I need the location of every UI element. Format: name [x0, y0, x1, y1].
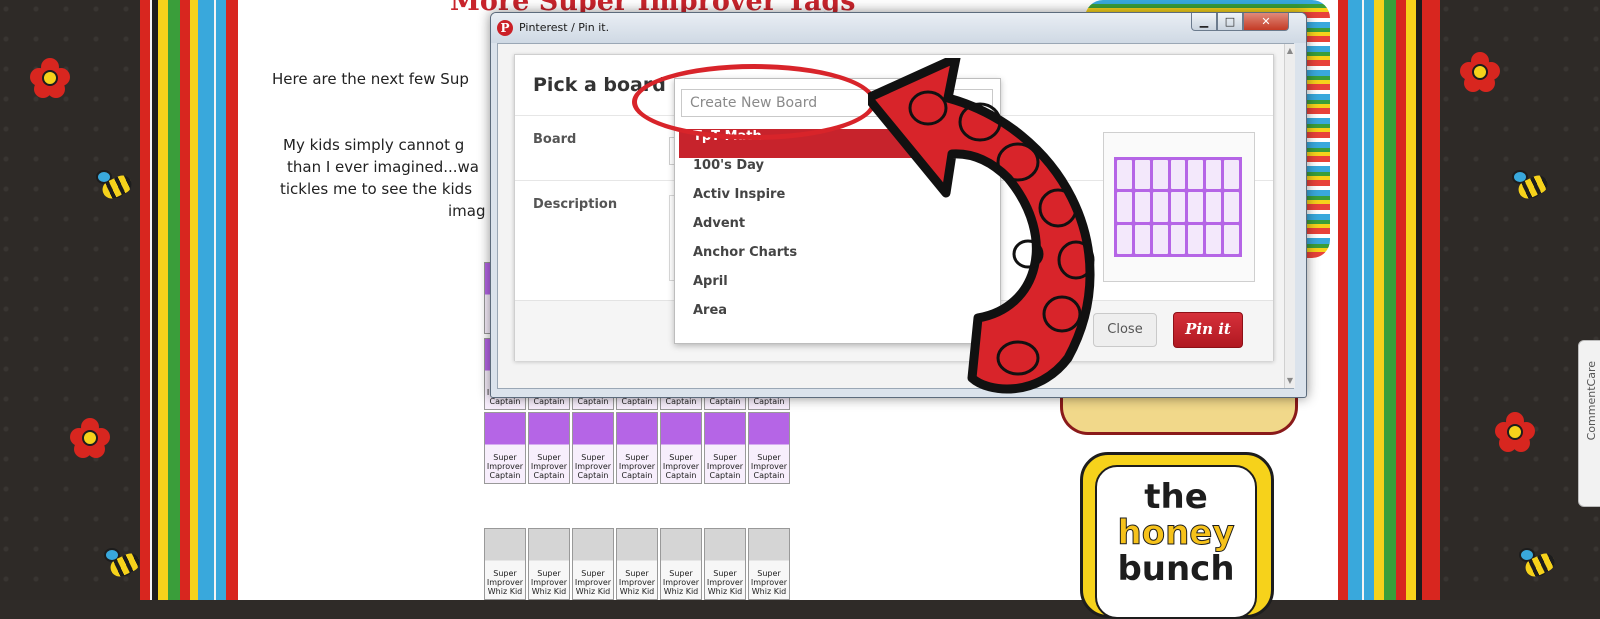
window-title: Pinterest / Pin it.	[519, 21, 610, 34]
window-close-button[interactable]: ✕	[1243, 13, 1289, 31]
pinterest-logo-icon: P	[497, 20, 513, 36]
curved-arrow-annotation	[868, 58, 1095, 394]
background-pattern-left	[0, 0, 150, 600]
maximize-button[interactable]: □	[1217, 13, 1243, 31]
blog-paragraph-line: imag	[448, 202, 486, 220]
scroll-up-arrow-icon[interactable]: ▲	[1286, 46, 1294, 55]
tag-image: Super Improver Whiz Kid	[528, 528, 570, 600]
tag-image: SuperImproverCaptain	[484, 412, 526, 484]
tag-image: Super Improver Whiz Kid	[484, 528, 526, 600]
stripe-border-right	[1338, 0, 1440, 600]
blog-paragraph-line: than I ever imagined...wa	[287, 158, 479, 176]
tag-image: SuperImproverCaptain	[748, 412, 790, 484]
window-titlebar[interactable]: P Pinterest / Pin it. ▁ □ ✕	[491, 13, 1306, 43]
stripe-border-left	[140, 0, 238, 600]
badge-word: the	[1144, 477, 1208, 517]
blog-paragraph-line: My kids simply cannot g	[283, 136, 465, 154]
highlight-ring-annotation	[632, 64, 876, 140]
flower-decoration	[30, 58, 70, 98]
honey-bunch-badge-inner: the honey bunch	[1095, 465, 1257, 619]
flower-decoration	[70, 418, 110, 458]
blog-paragraph-line: tickles me to see the kids	[280, 180, 473, 198]
minimize-button[interactable]: ▁	[1191, 13, 1217, 31]
flower-decoration	[1460, 52, 1500, 92]
tag-image: SuperImproverCaptain	[704, 412, 746, 484]
tag-image: SuperImproverCaptain	[572, 412, 614, 484]
bee-decoration	[92, 170, 138, 202]
scroll-down-arrow-icon[interactable]: ▼	[1286, 376, 1294, 385]
badge-word: honey	[1117, 513, 1235, 553]
tag-image: Super Improver Whiz Kid	[572, 528, 614, 600]
window-controls: ▁ □ ✕	[1191, 13, 1291, 33]
pin-it-button[interactable]: Pin it	[1173, 312, 1243, 348]
badge-word: bunch	[1117, 549, 1235, 589]
board-label: Board	[533, 132, 577, 147]
tag-image: Super Improver Whiz Kid	[616, 528, 658, 600]
flower-decoration	[1495, 412, 1535, 452]
purple-tag-sheet-image[interactable]: SuperImproverCaptain SuperImproverCaptai…	[484, 412, 790, 484]
tag-image: Super Improver Whiz Kid	[704, 528, 746, 600]
bee-decoration	[1515, 548, 1561, 580]
tag-image: SuperImproverCaptain	[616, 412, 658, 484]
preview-image	[1114, 157, 1242, 257]
blog-paragraph-line: Here are the next few Sup	[272, 70, 469, 88]
description-label: Description	[533, 197, 618, 212]
tag-image: Super Improver Whiz Kid	[660, 528, 702, 600]
tag-image: SuperImproverCaptain	[528, 412, 570, 484]
honey-bunch-badge[interactable]: the honey bunch	[1080, 452, 1274, 619]
bee-decoration	[1508, 170, 1554, 202]
tag-image: Super Improver Whiz Kid	[748, 528, 790, 600]
side-tab-label: CommentCare	[1585, 361, 1598, 441]
grey-tag-sheet-image[interactable]: Super Improver Whiz Kid Super Improver Whiz …	[484, 528, 790, 600]
tag-image: SuperImproverCaptain	[660, 412, 702, 484]
comment-side-tab[interactable]: CommentCare	[1578, 340, 1600, 507]
vertical-scrollbar[interactable]: ▲ ▼	[1284, 44, 1295, 388]
